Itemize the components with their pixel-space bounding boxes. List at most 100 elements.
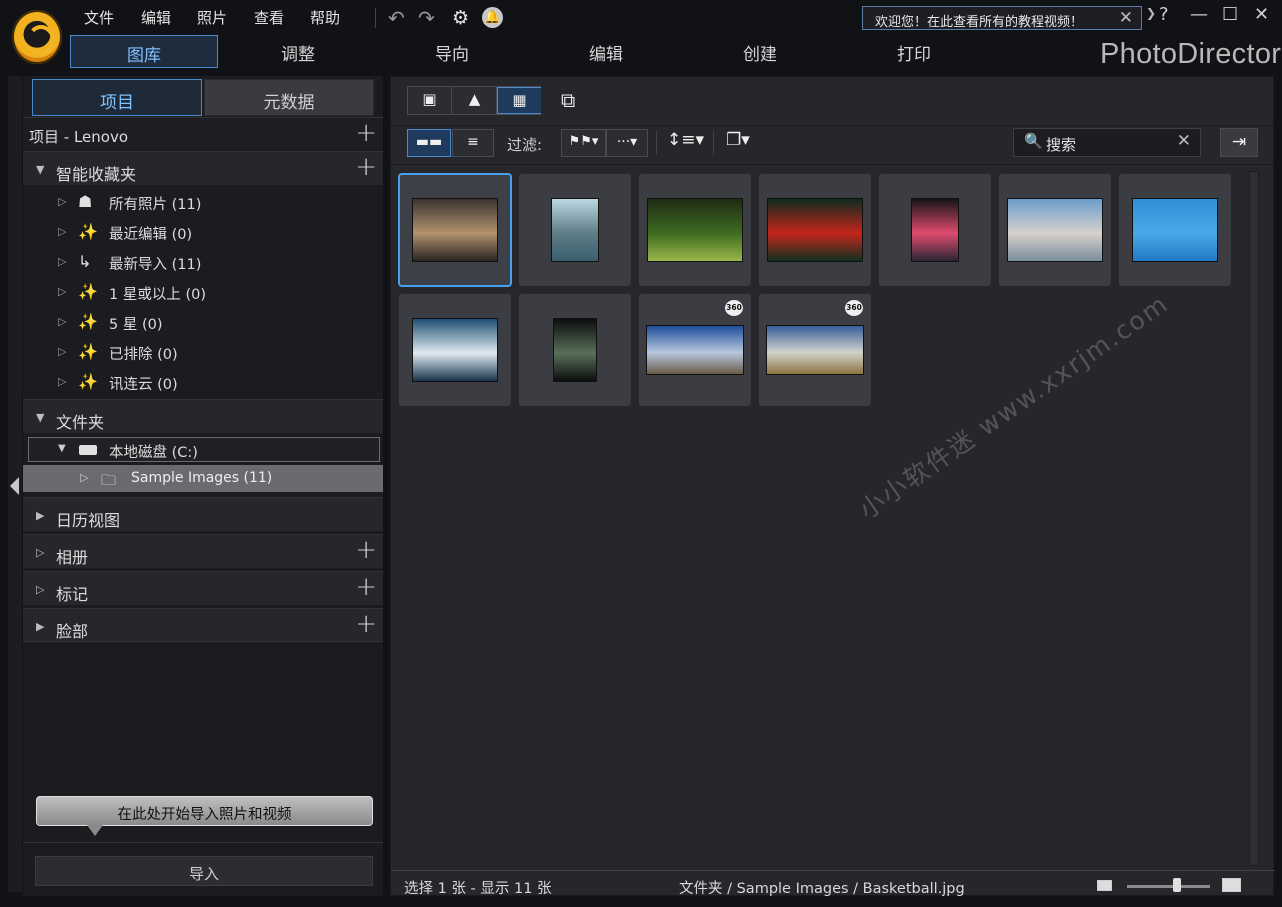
collapsed-triangle-icon: ▶ bbox=[36, 509, 45, 522]
grid-view-icon[interactable]: ▦ bbox=[497, 87, 541, 114]
drive-c-row[interactable]: ▼ 本地磁盘 (C:) bbox=[28, 437, 380, 462]
welcome-close-icon[interactable]: ✕ bbox=[1119, 8, 1133, 28]
thumbnail-image bbox=[647, 198, 743, 262]
smart-collections-label: 智能收藏夹 bbox=[56, 165, 137, 184]
tab-metadata[interactable]: 元数据 bbox=[204, 79, 374, 116]
clear-search-icon[interactable]: ✕ bbox=[1177, 131, 1191, 151]
welcome-banner[interactable]: 欢迎您！在此查看所有的教程视频！ ✕ bbox=[862, 6, 1142, 30]
menu-edit[interactable]: 编辑 bbox=[141, 7, 171, 27]
library-main: ▣ ▲ ▦ ⧉ ▬▬ ≡ 过滤: ⚑⚑▾ ···▾ ↕≡▾ ❐▾ 🔍 搜索 ✕ … bbox=[390, 76, 1275, 897]
magic-wand-icon: ✨ bbox=[78, 312, 98, 331]
smart-item-latest-import[interactable]: ▷ ↳ 最新导入 (11) bbox=[23, 247, 383, 277]
collapsed-triangle-icon: ▷ bbox=[58, 255, 67, 268]
tab-project[interactable]: 项目 bbox=[32, 79, 202, 116]
add-tag-icon[interactable]: + bbox=[355, 573, 377, 601]
vertical-scrollbar[interactable] bbox=[1249, 171, 1259, 866]
thumbnail-cell[interactable]: 360 bbox=[759, 294, 871, 406]
thumbnail-image bbox=[911, 198, 959, 262]
notification-bell-icon[interactable]: 🔔 bbox=[482, 7, 503, 28]
zoom-small-icon[interactable] bbox=[1097, 880, 1112, 891]
filter-label: 过滤: bbox=[507, 136, 543, 154]
view-mode-group: ▣ ▲ ▦ bbox=[407, 86, 541, 115]
zoom-large-icon[interactable] bbox=[1222, 878, 1241, 892]
add-face-icon[interactable]: + bbox=[355, 610, 377, 638]
list-item-label: 已排除 (0) bbox=[109, 347, 178, 363]
single-view-icon[interactable]: ▲ bbox=[453, 87, 497, 114]
brand-name: PhotoDirector bbox=[1100, 38, 1282, 70]
magic-wand-icon: ✨ bbox=[78, 372, 98, 391]
sample-images-folder[interactable]: ▷ 🗀 Sample Images (11) bbox=[23, 465, 383, 492]
tab-adjust[interactable]: 调整 bbox=[224, 35, 372, 68]
calendar-view-header[interactable]: ▶ 日历视图 bbox=[23, 497, 383, 531]
menu-view[interactable]: 查看 bbox=[254, 7, 284, 27]
stack-dropdown-icon[interactable]: ❐▾ bbox=[726, 130, 750, 150]
add-album-icon[interactable]: + bbox=[355, 536, 377, 564]
tags-header[interactable]: ▷ 标记 + bbox=[23, 571, 383, 605]
smart-item-excluded[interactable]: ▷ ✨ 已排除 (0) bbox=[23, 337, 383, 367]
add-smart-collection-icon[interactable]: + bbox=[355, 153, 377, 181]
tab-edit[interactable]: 编辑 bbox=[532, 35, 680, 68]
compare-view-icon[interactable]: ⧉ bbox=[561, 88, 575, 112]
smart-collections-header[interactable]: ▼ 智能收藏夹 + bbox=[23, 151, 383, 185]
tab-guided[interactable]: 导向 bbox=[378, 35, 526, 68]
tab-create[interactable]: 创建 bbox=[686, 35, 834, 68]
thumbnail-image bbox=[412, 198, 498, 262]
smart-item-5-star[interactable]: ▷ ✨ 5 星 (0) bbox=[23, 307, 383, 337]
thumbnail-size-small-icon[interactable]: ▬▬ bbox=[407, 129, 451, 157]
import-button[interactable]: 导入 bbox=[35, 856, 373, 886]
export-icon[interactable]: ⇥ bbox=[1220, 128, 1258, 157]
list-item-label: 讯连云 (0) bbox=[109, 377, 178, 393]
faces-header[interactable]: ▶ 脸部 + bbox=[23, 608, 383, 642]
flag-filter-dropdown-icon[interactable]: ⚑⚑▾ bbox=[561, 129, 606, 157]
add-project-icon[interactable]: + bbox=[355, 119, 377, 147]
zoom-slider-handle[interactable] bbox=[1172, 878, 1181, 892]
search-placeholder: 搜索 bbox=[1046, 136, 1077, 154]
search-input[interactable]: 🔍 搜索 ✕ bbox=[1013, 128, 1201, 157]
collapsed-triangle-icon: ▷ bbox=[58, 345, 67, 358]
current-path: 文件夹 / Sample Images / Basketball.jpg bbox=[679, 881, 965, 897]
toolbar-divider bbox=[713, 131, 714, 155]
maximize-button[interactable]: ☐ bbox=[1222, 4, 1238, 25]
drive-label: 本地磁盘 (C:) bbox=[109, 445, 198, 461]
thumbnail-cell[interactable] bbox=[999, 174, 1111, 286]
menu-file[interactable]: 文件 bbox=[84, 7, 114, 27]
filmstrip-view-icon[interactable]: ▣ bbox=[408, 87, 452, 114]
folders-header[interactable]: ▼ 文件夹 bbox=[23, 399, 383, 433]
smart-item-all-photos[interactable]: ▷ ☗ 所有照片 (11) bbox=[23, 187, 383, 217]
thumbnail-cell[interactable] bbox=[759, 174, 871, 286]
redo-icon[interactable]: ↷ bbox=[418, 8, 435, 28]
smart-item-cloud[interactable]: ▷ ✨ 讯连云 (0) bbox=[23, 367, 383, 397]
magic-wand-icon: ✨ bbox=[78, 222, 98, 241]
smart-item-1-star[interactable]: ▷ ✨ 1 星或以上 (0) bbox=[23, 277, 383, 307]
collapse-panel-icon[interactable] bbox=[10, 477, 19, 495]
rating-filter-dropdown-icon[interactable]: ···▾ bbox=[606, 129, 648, 157]
settings-gear-icon[interactable]: ⚙ bbox=[452, 7, 469, 29]
thumbnail-cell[interactable] bbox=[639, 174, 751, 286]
menu-photo[interactable]: 照片 bbox=[197, 7, 227, 27]
thumbnail-cell[interactable] bbox=[519, 294, 631, 406]
close-button[interactable]: ✕ bbox=[1254, 4, 1269, 25]
thumbnail-cell[interactable] bbox=[879, 174, 991, 286]
minimize-button[interactable]: — bbox=[1190, 4, 1208, 25]
project-title: 项目 - Lenovo bbox=[29, 128, 129, 146]
undo-icon[interactable]: ↶ bbox=[388, 8, 405, 28]
albums-label: 相册 bbox=[56, 548, 89, 567]
thumbnail-cell[interactable]: 360 bbox=[639, 294, 751, 406]
collapsed-triangle-icon: ▷ bbox=[80, 471, 89, 484]
thumbnail-cell[interactable] bbox=[1119, 174, 1231, 286]
thumbnail-cell[interactable] bbox=[399, 294, 511, 406]
albums-header[interactable]: ▷ 相册 + bbox=[23, 534, 383, 568]
360-badge-icon: 360 bbox=[845, 300, 863, 316]
menu-help[interactable]: 帮助 bbox=[310, 7, 340, 27]
tab-print[interactable]: 打印 bbox=[840, 35, 988, 68]
sort-order-icon[interactable]: ↕≡▾ bbox=[667, 130, 704, 150]
help-button[interactable]: ? bbox=[1159, 4, 1169, 25]
thumbnail-cell[interactable] bbox=[398, 173, 512, 287]
thumbnail-cell[interactable] bbox=[519, 174, 631, 286]
list-view-icon[interactable]: ≡ bbox=[452, 129, 494, 157]
tab-library[interactable]: 图库 bbox=[70, 35, 218, 68]
smart-item-recently-edited[interactable]: ▷ ✨ 最近编辑 (0) bbox=[23, 217, 383, 247]
expanded-triangle-icon: ▼ bbox=[36, 411, 45, 424]
thumbnail-image bbox=[553, 318, 597, 382]
zoom-slider-track[interactable] bbox=[1127, 885, 1210, 888]
